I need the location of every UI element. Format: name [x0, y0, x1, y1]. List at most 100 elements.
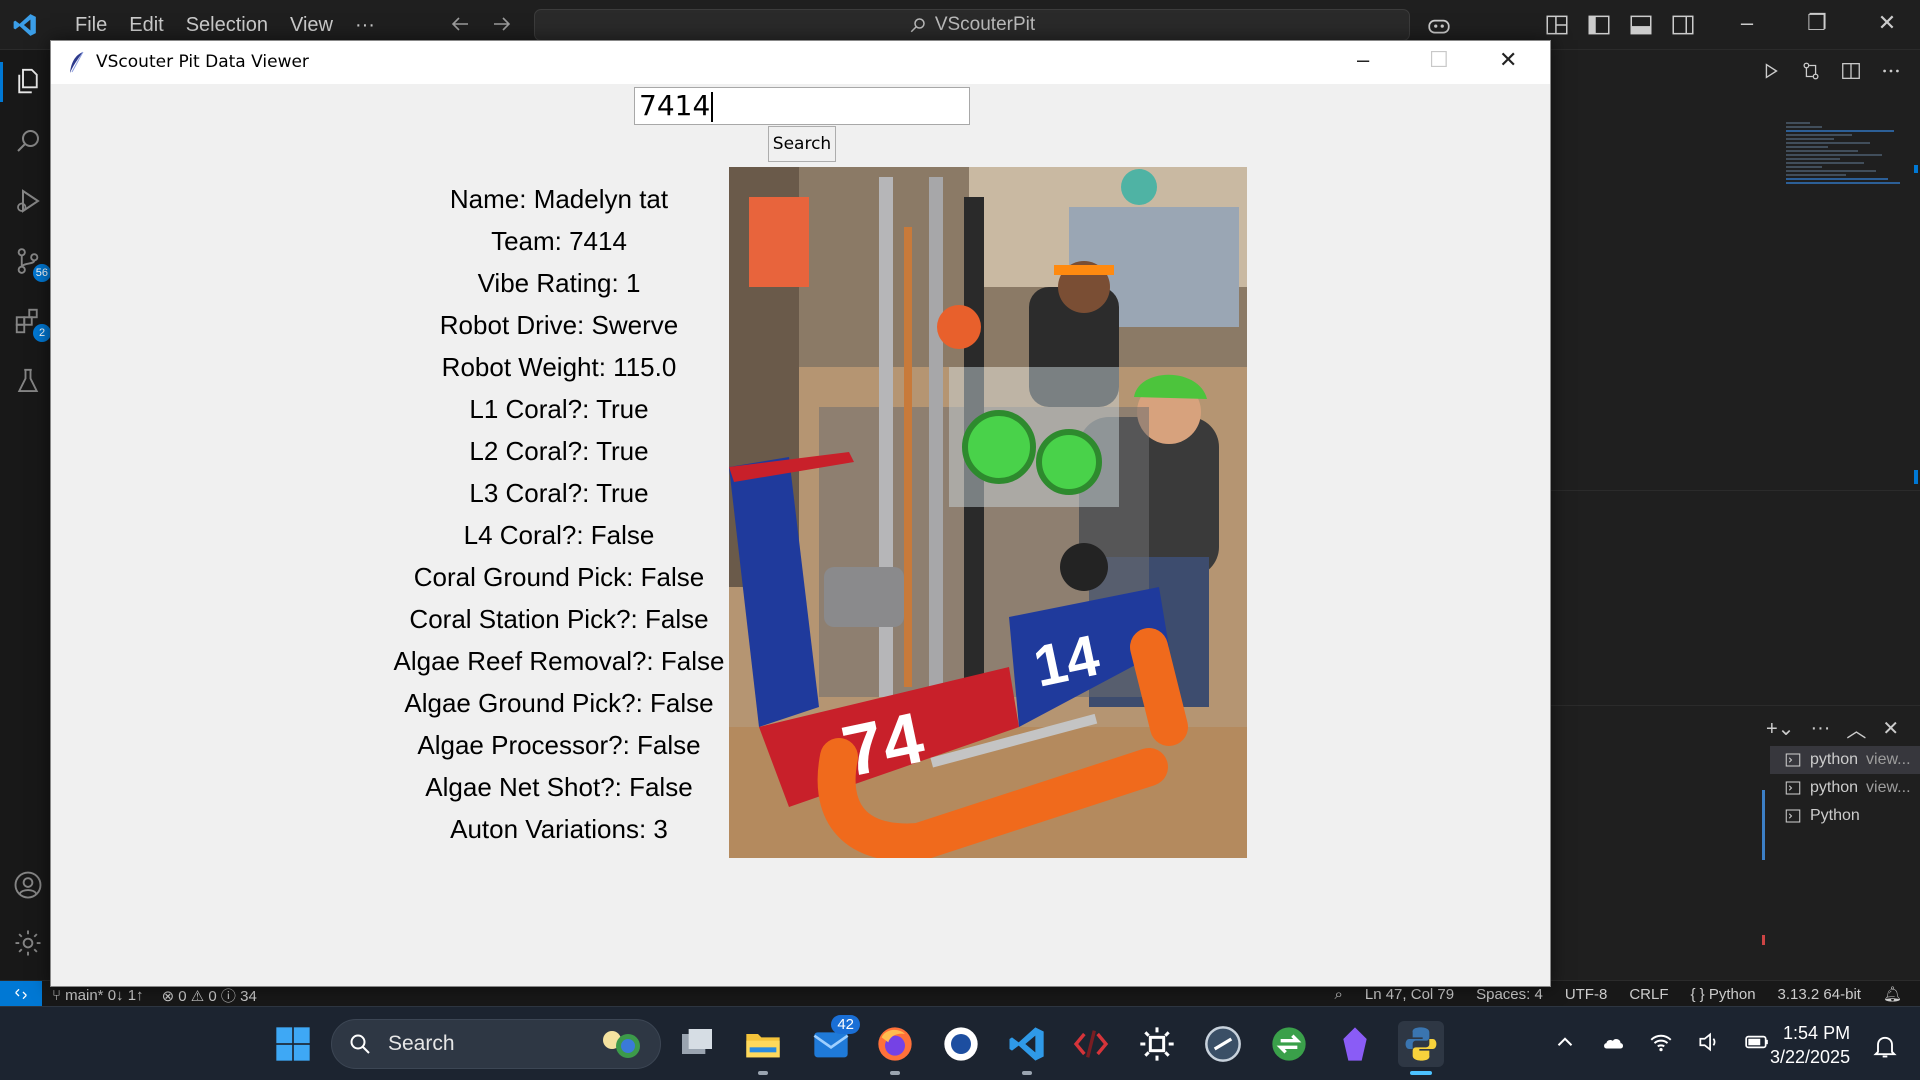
pit-data-fields: Name: Madelyn tat Team: 7414 Vibe Rating…	[341, 178, 777, 850]
terminal-tab[interactable]: python view...	[1770, 774, 1920, 802]
copilot-icon[interactable]	[1426, 12, 1452, 38]
terminal-suffix: view...	[1866, 779, 1911, 796]
onedrive-cloud-icon[interactable]	[1600, 1029, 1626, 1055]
battery-icon[interactable]	[1744, 1029, 1770, 1055]
run-file-icon[interactable]	[1760, 60, 1782, 82]
back-arrow-icon[interactable]	[448, 12, 472, 36]
field-team: Team: 7414	[491, 226, 627, 256]
search-button[interactable]: Search	[768, 126, 836, 162]
menu-selection[interactable]: Selection	[175, 14, 279, 37]
run-debug-icon[interactable]	[13, 186, 47, 220]
taskbar-clock[interactable]: 1:54 PM 3/22/2025	[1770, 1021, 1850, 1069]
notifications-bell-icon[interactable]: 🔔︎	[1883, 985, 1902, 1003]
terminal-toolbar: +⌄ ··· ︿ ✕	[1766, 714, 1899, 743]
viewer-close-icon[interactable]: ✕	[1499, 47, 1517, 73]
status-left: ⑂ main* 0↓ 1↑ ⊗ 0 ⚠ 0 ⓘ 34	[52, 985, 257, 1006]
terminal-tab[interactable]: python view...	[1770, 746, 1920, 774]
more-actions-icon[interactable]	[1880, 60, 1902, 82]
activity-bar: 56 2	[0, 50, 52, 980]
signal-app-icon[interactable]	[938, 1021, 984, 1067]
taskbar-search-label: Search	[388, 1032, 455, 1055]
maximize-panel-icon[interactable]: ︿	[1846, 714, 1866, 743]
terminal-name: Python	[1810, 807, 1860, 824]
editor-toolbar	[1760, 60, 1902, 82]
cursor-position[interactable]: Ln 47, Col 79	[1365, 986, 1454, 1003]
terminal-more-icon[interactable]: ···	[1810, 717, 1830, 740]
close-icon[interactable]: ✕	[1852, 10, 1920, 36]
terminal-icon	[1785, 753, 1801, 767]
status-right: ⌕ Ln 47, Col 79 Spaces: 4 UTF-8 CRLF { }…	[1334, 985, 1902, 1004]
source-control-icon[interactable]: 56	[13, 246, 51, 282]
driver-station-icon[interactable]	[1200, 1021, 1246, 1067]
notification-center-icon[interactable]	[1862, 1023, 1908, 1069]
toggle-panel-icon[interactable]	[1628, 12, 1654, 38]
forward-arrow-icon[interactable]	[490, 12, 514, 36]
chevron-up-icon[interactable]	[1552, 1029, 1578, 1055]
minimize-icon[interactable]: –	[1712, 10, 1782, 36]
mail-app-icon[interactable]: 42	[808, 1015, 860, 1067]
wifi-icon[interactable]	[1648, 1029, 1674, 1055]
remote-indicator-icon[interactable]	[0, 981, 42, 1007]
python-app-icon[interactable]	[1398, 1021, 1444, 1075]
field-robot-drive: Robot Drive: Swerve	[439, 310, 679, 340]
indentation[interactable]: Spaces: 4	[1476, 986, 1543, 1003]
restore-icon[interactable]: ❐	[1782, 10, 1852, 36]
new-terminal-icon[interactable]: +⌄	[1766, 716, 1794, 741]
vscode-window-controls: – ❐ ✕	[1712, 10, 1920, 36]
minimap[interactable]	[1786, 120, 1906, 230]
explorer-icon[interactable]	[0, 62, 47, 102]
viewer-maximize-icon[interactable]: ☐	[1429, 47, 1449, 73]
text-caret	[711, 92, 714, 122]
vscode-taskbar-icon[interactable]	[1004, 1021, 1050, 1075]
terminal-error-marker	[1762, 935, 1765, 945]
close-panel-icon[interactable]: ✕	[1882, 716, 1899, 741]
language-mode[interactable]: { } Python	[1690, 986, 1755, 1003]
problems-status[interactable]: ⊗ 0 ⚠ 0 ⓘ 34	[162, 985, 257, 1006]
menu-file[interactable]: File	[64, 14, 118, 37]
search-icon	[350, 1034, 370, 1054]
dev-tools-icon[interactable]	[1068, 1021, 1114, 1067]
task-view-icon[interactable]	[674, 1021, 720, 1067]
running-indicator	[890, 1071, 900, 1075]
file-explorer-icon[interactable]	[740, 1021, 786, 1075]
sync-app-icon[interactable]	[1266, 1021, 1312, 1067]
windows-start-icon[interactable]	[270, 1021, 316, 1067]
team-search-input[interactable]: 7414	[634, 87, 970, 125]
clock-date: 3/22/2025	[1770, 1047, 1851, 1067]
accounts-icon[interactable]	[13, 870, 47, 904]
firefox-icon[interactable]	[872, 1021, 918, 1075]
menu-edit[interactable]: Edit	[118, 14, 174, 37]
command-center[interactable]: VScouterPit	[534, 9, 1410, 41]
zoom-icon[interactable]: ⌕	[1334, 986, 1342, 1003]
split-editor-icon[interactable]	[1840, 60, 1862, 82]
encoding[interactable]: UTF-8	[1565, 986, 1608, 1003]
obsidian-icon[interactable]	[1332, 1021, 1378, 1067]
branch-status[interactable]: ⑂ main* 0↓ 1↑	[52, 987, 144, 1004]
terminal-icon	[1785, 781, 1801, 795]
search-highlight-icon	[603, 1031, 640, 1058]
customize-layout-icon[interactable]	[1544, 12, 1570, 38]
scrollbar-marker	[1914, 165, 1918, 173]
terminal-tab[interactable]: Python	[1770, 802, 1920, 830]
open-changes-icon[interactable]	[1800, 60, 1822, 82]
field-vibe-rating: Vibe Rating: 1	[477, 268, 641, 298]
python-interpreter[interactable]: 3.13.2 64-bit	[1778, 986, 1861, 1003]
volume-icon[interactable]	[1696, 1029, 1722, 1055]
extensions-icon[interactable]: 2	[13, 306, 51, 342]
toggle-sidebar-icon[interactable]	[1586, 12, 1612, 38]
brightness-app-icon[interactable]	[1134, 1021, 1180, 1067]
menu-more[interactable]: ···	[344, 14, 386, 37]
toggle-secondary-sidebar-icon[interactable]	[1670, 12, 1696, 38]
manage-gear-icon[interactable]	[13, 928, 47, 962]
terminal-icon	[1785, 809, 1801, 823]
field-algae-ground-pick: Algae Ground Pick?: False	[404, 688, 714, 718]
field-coral-ground-pick: Coral Ground Pick: False	[413, 562, 705, 592]
search-icon[interactable]	[13, 126, 47, 160]
system-tray	[1552, 1029, 1770, 1055]
taskbar-search[interactable]: Search	[331, 1019, 661, 1069]
viewer-minimize-icon[interactable]: –	[1357, 47, 1369, 73]
testing-icon[interactable]	[13, 366, 47, 400]
line-ending[interactable]: CRLF	[1629, 986, 1668, 1003]
menu-view[interactable]: View	[279, 14, 344, 37]
sync-status: 0↓ 1↑	[107, 987, 144, 1004]
